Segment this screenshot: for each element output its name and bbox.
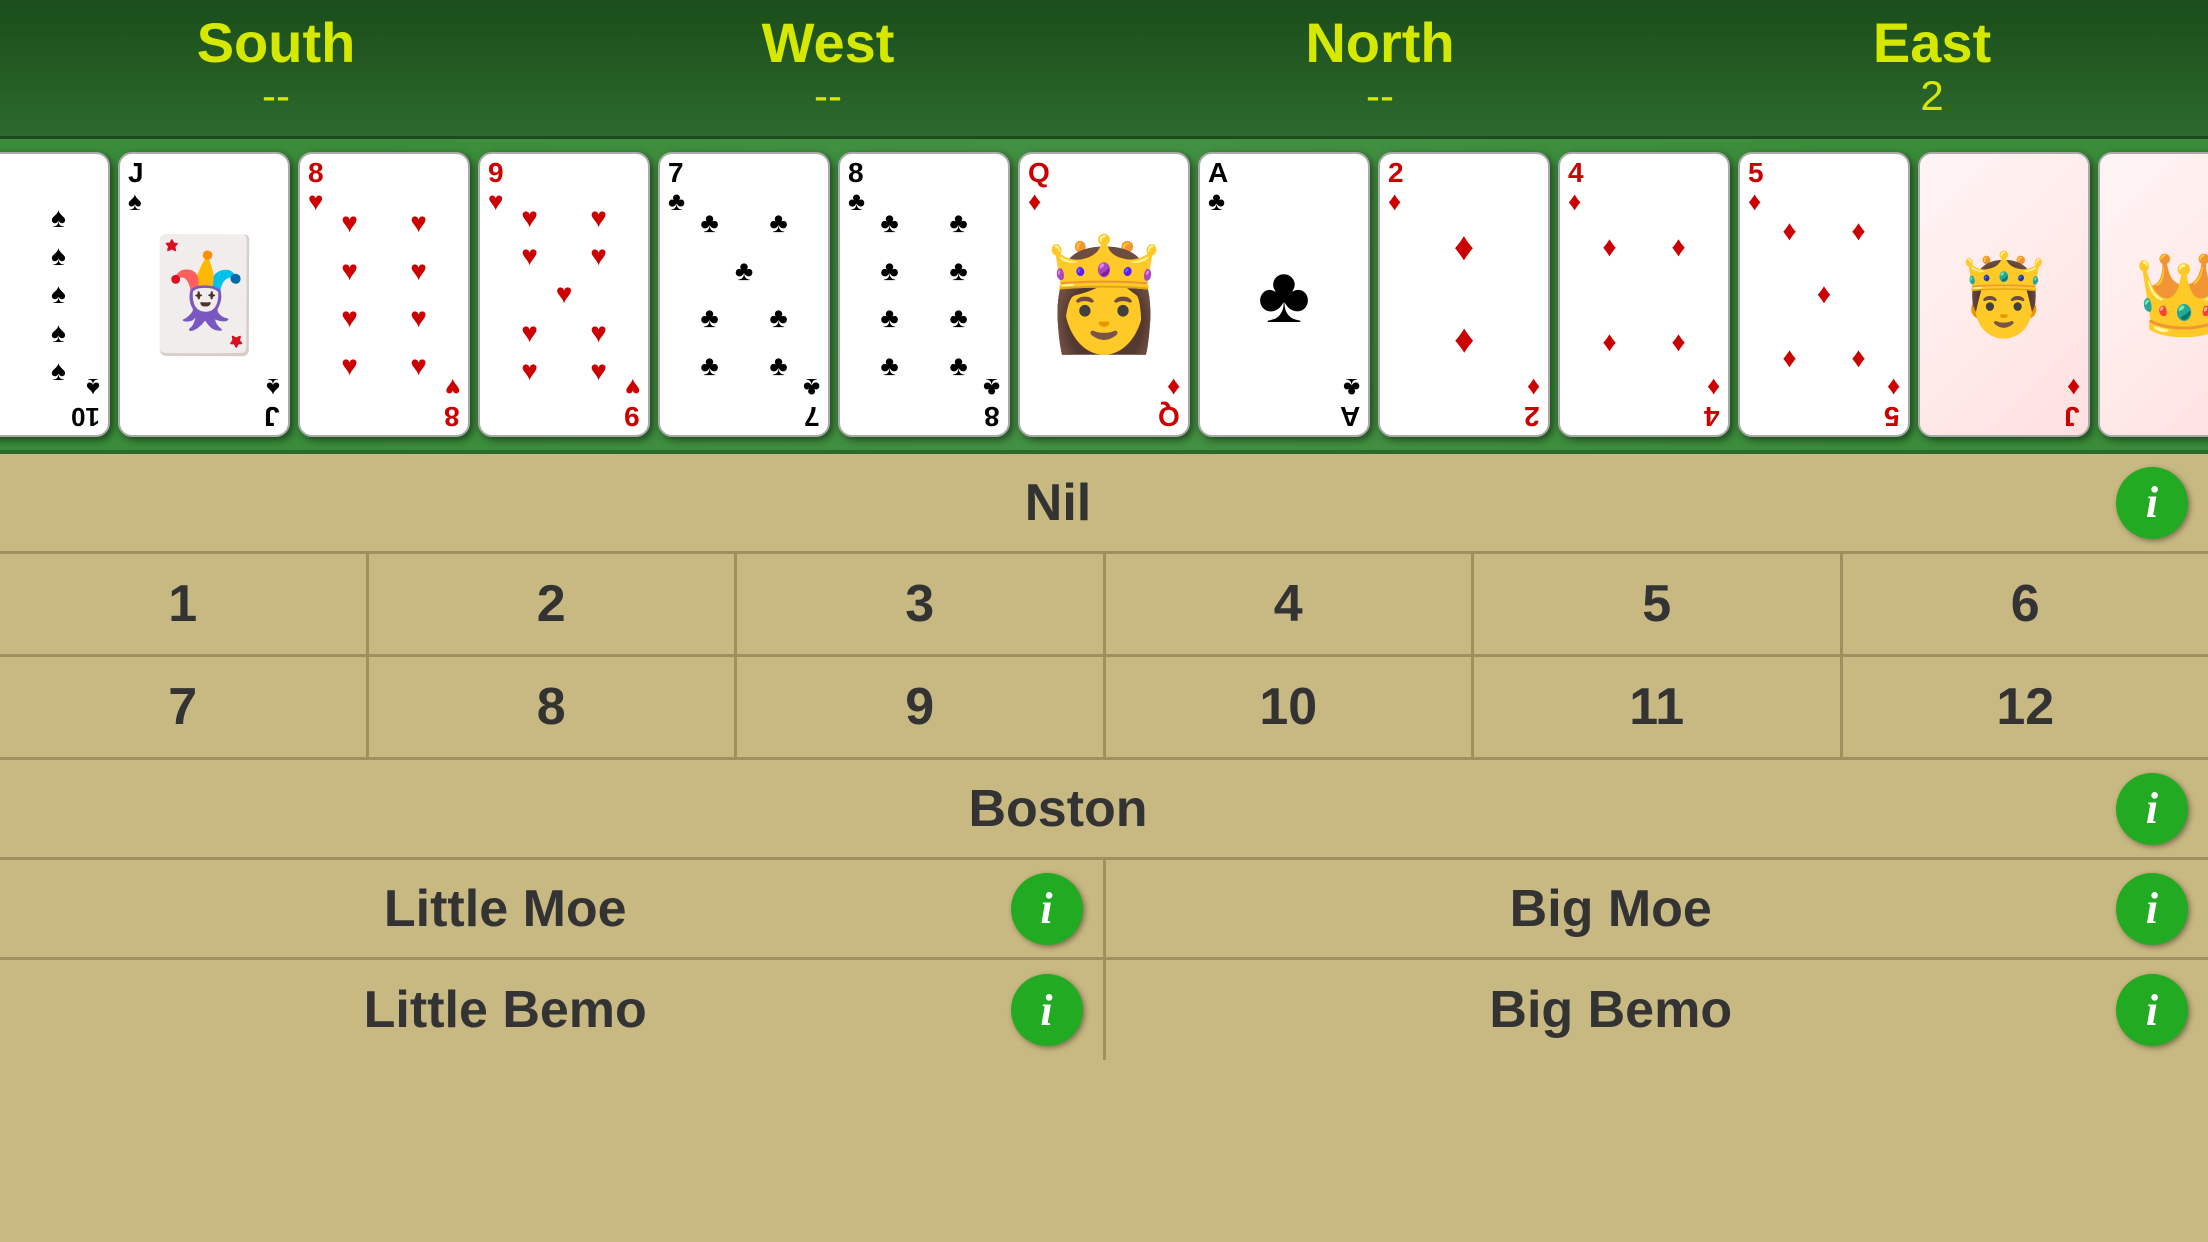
bid-11[interactable]: 11 (1474, 657, 1843, 757)
bid-1[interactable]: 1 (0, 554, 369, 654)
bid-8[interactable]: 8 (369, 657, 738, 757)
bid-4[interactable]: 4 (1106, 554, 1475, 654)
card-j-diamonds[interactable]: J ♦ 🤴 J ♦ (1918, 152, 2090, 437)
little-bemo-button[interactable]: Little Bemo (0, 980, 1011, 1040)
player-south: South -- (0, 15, 552, 121)
card-k-diamonds[interactable]: K ♦ 👑 K ♦ (2098, 152, 2208, 437)
card-a-clubs[interactable]: A ♣ ♣ A ♣ (1198, 152, 1370, 437)
bid-6[interactable]: 6 (1843, 554, 2208, 654)
boston-info-button[interactable]: i (2116, 773, 2188, 845)
little-bemo-info-button[interactable]: i (1011, 974, 1083, 1046)
card-j-spades[interactable]: J ♠ 🃏 J ♠ (118, 152, 290, 437)
little-moe-button[interactable]: Little Moe (0, 879, 1011, 939)
bid-12[interactable]: 12 (1843, 657, 2208, 757)
big-bemo-button[interactable]: Big Bemo (1106, 980, 2117, 1040)
north-name: North (1104, 15, 1656, 71)
header: South -- West -- North -- East 2 (0, 0, 2208, 139)
card-4-diamonds[interactable]: 4 ♦ ♦♦ ♦♦ 4 ♦ (1558, 152, 1730, 437)
card-8-clubs[interactable]: 8 ♣ ♣♣ ♣♣ ♣♣ ♣♣ 8 ♣ (838, 152, 1010, 437)
little-moe-cell: Little Moe i (0, 860, 1106, 957)
numbers-row-2: 7 8 9 10 11 12 (0, 657, 2208, 760)
nil-row: Nil i (0, 454, 2208, 554)
big-moe-button[interactable]: Big Moe (1106, 879, 2117, 939)
bid-5[interactable]: 5 (1474, 554, 1843, 654)
bid-2[interactable]: 2 (369, 554, 738, 654)
bid-9[interactable]: 9 (737, 657, 1106, 757)
player-east: East 2 (1656, 15, 2208, 121)
bid-3[interactable]: 3 (737, 554, 1106, 654)
west-score: -- (552, 71, 1104, 121)
card-10-spades[interactable]: 10 ♠ ♠♠ ♠♠ ♠♠ ♠♠ ♠♠ 10 ♠ (0, 152, 110, 437)
bid-7[interactable]: 7 (0, 657, 369, 757)
moe-row: Little Moe i Big Moe i (0, 860, 2208, 960)
card-q-diamonds[interactable]: Q ♦ 👸 Q ♦ (1018, 152, 1190, 437)
boston-button[interactable]: Boston (0, 779, 2116, 839)
bottom-section: Nil i 1 2 3 4 5 6 7 8 9 10 11 12 Boston … (0, 454, 2208, 1242)
boston-row: Boston i (0, 760, 2208, 860)
card-8-hearts[interactable]: 8 ♥ ♥♥ ♥♥ ♥♥ ♥♥ 8 ♥ (298, 152, 470, 437)
little-moe-info-button[interactable]: i (1011, 873, 1083, 945)
card-2-diamonds[interactable]: 2 ♦ ♦ ♦ 2 ♦ (1378, 152, 1550, 437)
card-7-clubs[interactable]: 7 ♣ ♣♣ ♣ ♣♣ ♣♣ 7 ♣ (658, 152, 830, 437)
big-bemo-cell: Big Bemo i (1106, 960, 2208, 1060)
east-name: East (1656, 15, 2208, 71)
card-9-hearts[interactable]: 9 ♥ ♥♥ ♥♥ ♥ ♥♥ ♥♥ 9 ♥ (478, 152, 650, 437)
bid-10[interactable]: 10 (1106, 657, 1475, 757)
player-west: West -- (552, 15, 1104, 121)
big-moe-info-button[interactable]: i (2116, 873, 2188, 945)
big-moe-cell: Big Moe i (1106, 860, 2208, 957)
bemo-row: Little Bemo i Big Bemo i (0, 960, 2208, 1060)
north-score: -- (1104, 71, 1656, 121)
south-name: South (0, 15, 552, 71)
east-score: 2 (1656, 71, 2208, 121)
card-5-diamonds[interactable]: 5 ♦ ♦♦ ♦ ♦♦ 5 ♦ (1738, 152, 1910, 437)
cards-area: 10 ♠ ♠♠ ♠♠ ♠♠ ♠♠ ♠♠ 10 ♠ J ♠ 🃏 J ♠ 8 ♥ ♥… (0, 139, 2208, 454)
nil-button[interactable]: Nil (0, 473, 2116, 533)
west-name: West (552, 15, 1104, 71)
south-score: -- (0, 71, 552, 121)
numbers-row-1: 1 2 3 4 5 6 (0, 554, 2208, 657)
little-bemo-cell: Little Bemo i (0, 960, 1106, 1060)
player-north: North -- (1104, 15, 1656, 121)
big-bemo-info-button[interactable]: i (2116, 974, 2188, 1046)
nil-info-button[interactable]: i (2116, 467, 2188, 539)
